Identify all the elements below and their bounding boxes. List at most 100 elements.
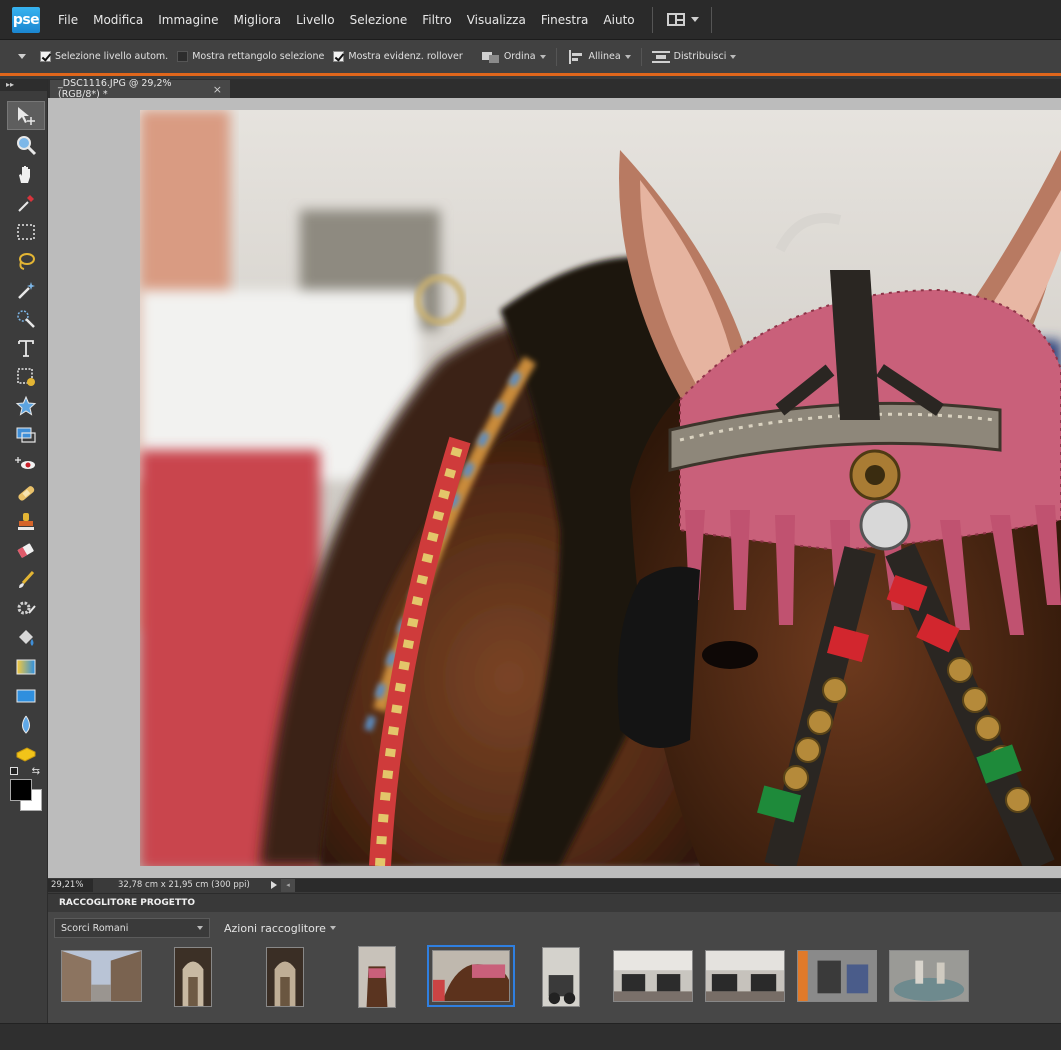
default-colors-icon[interactable] bbox=[10, 767, 18, 775]
gradient-tool[interactable] bbox=[7, 652, 45, 681]
thumbnail-arch-1[interactable] bbox=[174, 947, 212, 1007]
arch-thumbnail bbox=[175, 948, 211, 1006]
paint-bucket-tool[interactable] bbox=[7, 623, 45, 652]
thumbnail-carriages-2[interactable] bbox=[705, 950, 785, 1002]
bin-actions-menu[interactable]: Azioni raccoglitore bbox=[224, 922, 336, 935]
recompose-icon bbox=[16, 427, 36, 443]
type-tool[interactable] bbox=[7, 333, 45, 362]
marquee-tool[interactable] bbox=[7, 217, 45, 246]
swap-colors-icon[interactable]: ⇆ bbox=[32, 766, 40, 777]
menu-finestra[interactable]: Finestra bbox=[541, 13, 589, 27]
thumbnail-strip bbox=[48, 944, 1061, 1018]
auto-select-layer-checkbox[interactable]: Selezione livello autom. bbox=[40, 51, 168, 62]
thumbnail-carriages-1[interactable] bbox=[613, 950, 693, 1002]
move-icon bbox=[18, 106, 35, 125]
menu-bar: pse File Modifica Immagine Migliora Live… bbox=[0, 0, 1061, 40]
document-image[interactable] bbox=[140, 110, 1061, 866]
scroll-left-icon[interactable]: ◂ bbox=[281, 878, 295, 892]
menu-visualizza[interactable]: Visualizza bbox=[467, 13, 526, 27]
show-rollover-checkbox[interactable]: Mostra evidenz. rollover bbox=[333, 51, 463, 62]
chevron-down-icon bbox=[624, 54, 631, 59]
healing-brush-tool[interactable] bbox=[7, 478, 45, 507]
menu-selezione[interactable]: Selezione bbox=[350, 13, 408, 27]
document-tab[interactable]: _DSC1116.JPG @ 29,2% (RGB/8*) * × bbox=[50, 78, 230, 100]
thumbnail-fountain[interactable] bbox=[889, 950, 969, 1002]
crop-tool[interactable] bbox=[7, 362, 45, 391]
red-eye-icon bbox=[15, 456, 35, 469]
thumbnail-horse-selected[interactable] bbox=[427, 945, 515, 1007]
horizontal-scrollbar[interactable] bbox=[295, 878, 1061, 892]
align-button[interactable]: Allinea bbox=[567, 49, 631, 64]
checkbox-checked-icon[interactable] bbox=[40, 51, 51, 62]
options-divider bbox=[555, 47, 557, 66]
eraser-tool[interactable] bbox=[7, 536, 45, 565]
distribute-icon bbox=[651, 50, 670, 64]
eyedropper-tool[interactable] bbox=[7, 188, 45, 217]
thumbnail-horse-portrait[interactable] bbox=[358, 946, 396, 1008]
show-bounding-box-label: Mostra rettangolo selezione bbox=[192, 51, 325, 62]
blur-tool[interactable] bbox=[7, 710, 45, 739]
type-icon bbox=[18, 339, 34, 357]
foreground-color[interactable] bbox=[10, 779, 32, 801]
checkbox-checked-icon[interactable] bbox=[333, 51, 345, 62]
tool-preset-dropdown[interactable] bbox=[18, 54, 26, 59]
brush-tool[interactable] bbox=[7, 565, 45, 594]
horse-thumbnail bbox=[433, 951, 509, 1001]
cookie-cutter-tool[interactable] bbox=[7, 391, 45, 420]
menu-immagine[interactable]: Immagine bbox=[158, 13, 218, 27]
close-icon[interactable]: × bbox=[213, 83, 222, 96]
rectangle-marquee-icon bbox=[17, 223, 35, 240]
menu-filtro[interactable]: Filtro bbox=[422, 13, 451, 27]
brush-icon bbox=[19, 570, 35, 588]
clone-stamp-tool[interactable] bbox=[7, 507, 45, 536]
color-swatches: ⇆ bbox=[8, 766, 44, 813]
thumbnail-street-1[interactable] bbox=[61, 950, 142, 1002]
document-title: _DSC1116.JPG @ 29,2% (RGB/8*) * bbox=[58, 78, 172, 100]
align-icon bbox=[567, 49, 585, 64]
recompose-tool[interactable] bbox=[7, 420, 45, 449]
sponge-tool[interactable] bbox=[7, 739, 45, 768]
menu-livello[interactable]: Livello bbox=[296, 13, 335, 27]
menu-file[interactable]: File bbox=[58, 13, 78, 27]
magnifier-icon bbox=[17, 135, 37, 155]
menu-aiuto[interactable]: Aiuto bbox=[603, 13, 634, 27]
chevron-down-icon bbox=[539, 54, 546, 59]
status-menu-arrow-icon[interactable] bbox=[271, 881, 277, 889]
chevron-down-icon bbox=[197, 926, 203, 930]
quick-selection-tool[interactable] bbox=[7, 304, 45, 333]
distribute-button[interactable]: Distribuisci bbox=[651, 50, 737, 64]
red-eye-tool[interactable] bbox=[7, 449, 45, 478]
album-select[interactable]: Scorci Romani bbox=[54, 918, 210, 938]
layout-button[interactable] bbox=[666, 13, 699, 26]
fountain-thumbnail bbox=[890, 951, 968, 1001]
water-drop-icon bbox=[22, 715, 30, 734]
zoom-level-field[interactable]: 29,21% bbox=[48, 878, 93, 892]
magic-wand-tool[interactable] bbox=[7, 275, 45, 304]
hand-tool[interactable] bbox=[7, 159, 45, 188]
thumbnail-carriage[interactable] bbox=[542, 947, 580, 1007]
paint-bucket-icon bbox=[19, 629, 34, 646]
stamp-icon bbox=[18, 512, 34, 530]
checkbox-unchecked-icon[interactable] bbox=[177, 51, 189, 62]
thumbnail-arch-2[interactable] bbox=[266, 947, 304, 1007]
toolbox-collapse-icon[interactable]: ▸▸ bbox=[0, 79, 47, 91]
arrange-button[interactable]: Ordina bbox=[481, 50, 546, 64]
toolbox: ▸▸ ⇆ bbox=[0, 79, 48, 1023]
lasso-tool[interactable] bbox=[7, 246, 45, 275]
arrange-icon bbox=[481, 50, 500, 64]
thumbnail-people[interactable] bbox=[797, 950, 877, 1002]
zoom-tool[interactable] bbox=[7, 130, 45, 159]
menu-migliora[interactable]: Migliora bbox=[233, 13, 281, 27]
smart-brush-tool[interactable] bbox=[7, 594, 45, 623]
menu-modifica[interactable]: Modifica bbox=[93, 13, 143, 27]
canvas-area[interactable] bbox=[48, 98, 1061, 878]
show-bounding-box-checkbox[interactable]: Mostra rettangolo selezione bbox=[177, 51, 324, 62]
hand-icon bbox=[19, 165, 30, 183]
sponge-icon bbox=[16, 746, 36, 762]
status-bar: 29,21% 32,78 cm x 21,95 cm (300 ppi) ◂ bbox=[48, 878, 1061, 892]
auto-select-layer-label: Selezione livello autom. bbox=[55, 51, 169, 62]
carriages-thumbnail bbox=[706, 951, 784, 1001]
shape-tool[interactable] bbox=[7, 681, 45, 710]
move-tool[interactable] bbox=[7, 101, 45, 130]
eraser-icon bbox=[17, 543, 34, 558]
